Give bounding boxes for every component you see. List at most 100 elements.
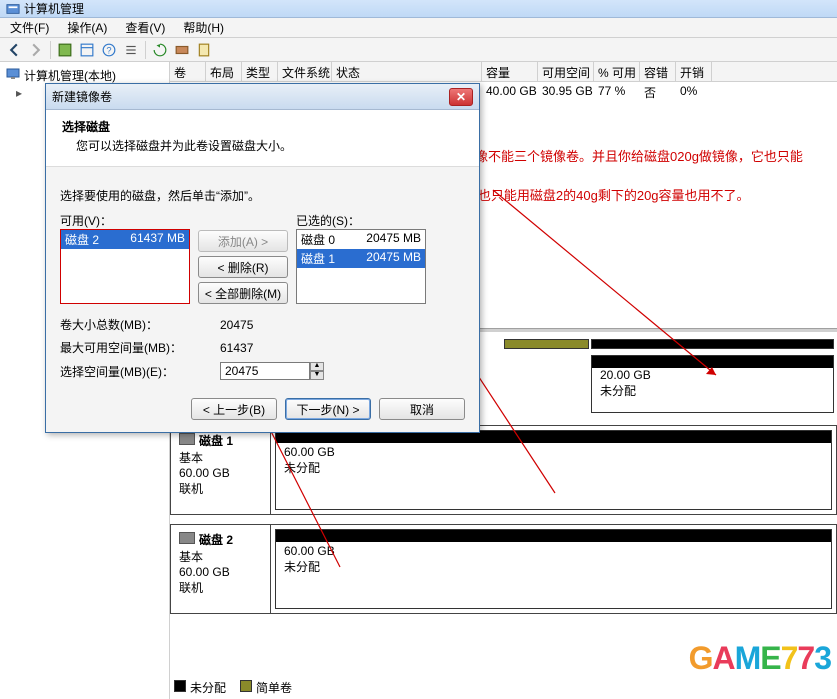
properties-icon[interactable] bbox=[194, 40, 214, 60]
col-layout[interactable]: 布局 bbox=[206, 62, 242, 81]
max-space-label: 最大可用空间量(MB)： bbox=[60, 339, 220, 356]
col-status[interactable]: 状态 bbox=[332, 62, 482, 81]
selected-item[interactable]: 磁盘 1 20475 MB bbox=[297, 249, 425, 268]
disk2-block-size: 60.00 GB bbox=[284, 544, 823, 558]
monitor-icon bbox=[6, 67, 20, 84]
dialog-buttons: < 上一步(B) 下一步(N) > 取消 bbox=[46, 390, 479, 432]
selected-label: 已选的(S)： bbox=[296, 212, 426, 229]
dialog-instruction: 选择要使用的磁盘，然后单击“添加”。 bbox=[60, 187, 465, 204]
next-button[interactable]: 下一步(N) > bbox=[285, 398, 371, 420]
disk2-block-status: 未分配 bbox=[284, 558, 823, 575]
disk2-space-block[interactable]: 60.00 GB 未分配 bbox=[275, 529, 832, 609]
dialog-heading: 选择磁盘 bbox=[62, 118, 463, 135]
available-label: 可用(V)： bbox=[60, 212, 190, 229]
spin-up-icon[interactable]: ▲ bbox=[310, 362, 324, 371]
pick-space-input[interactable]: 20475 bbox=[220, 362, 310, 380]
show-hide-tree-icon[interactable] bbox=[55, 40, 75, 60]
disk2-label[interactable]: 磁盘 2 基本 60.00 GB 联机 bbox=[171, 525, 271, 613]
help-toolbar-icon[interactable]: ? bbox=[99, 40, 119, 60]
space-block-right[interactable]: 20.00 GB 未分配 bbox=[591, 355, 834, 413]
total-size-label: 卷大小总数(MB)： bbox=[60, 316, 220, 333]
menu-view[interactable]: 查看(V) bbox=[121, 17, 169, 38]
volume-columns: 卷 布局 类型 文件系统 状态 容量 可用空间 % 可用 容错 开销 bbox=[170, 62, 837, 82]
disk1-size: 60.00 GB bbox=[179, 466, 262, 480]
view-icon[interactable] bbox=[77, 40, 97, 60]
remove-all-button[interactable]: < 全部删除(M) bbox=[198, 282, 288, 304]
legend-unalloc: 未分配 bbox=[174, 679, 226, 696]
disk-icon bbox=[179, 532, 195, 544]
disk2-row: 磁盘 2 基本 60.00 GB 联机 60.00 GB 未分配 bbox=[170, 524, 837, 614]
window-titlebar: 计算机管理 bbox=[0, 0, 837, 18]
back-icon[interactable] bbox=[4, 40, 24, 60]
toolbar-separator bbox=[145, 41, 146, 59]
block-header-bar bbox=[276, 530, 831, 542]
cell-pctfree: 77 % bbox=[594, 82, 640, 100]
menu-action[interactable]: 操作(A) bbox=[63, 17, 111, 38]
olive-segment bbox=[504, 339, 589, 349]
disk-icon bbox=[179, 433, 195, 445]
menubar: 文件(F) 操作(A) 查看(V) 帮助(H) bbox=[0, 18, 837, 38]
disk2-type: 基本 bbox=[179, 548, 262, 565]
cell-capacity: 40.00 GB bbox=[482, 82, 538, 100]
cancel-button[interactable]: 取消 bbox=[379, 398, 465, 420]
block-status: 未分配 bbox=[600, 382, 825, 399]
selected-listbox[interactable]: 磁盘 0 20475 MB 磁盘 1 20475 MB bbox=[296, 229, 426, 304]
col-capacity[interactable]: 容量 bbox=[482, 62, 538, 81]
selected-item[interactable]: 磁盘 0 20475 MB bbox=[297, 230, 425, 249]
disk1-block-size: 60.00 GB bbox=[284, 445, 823, 459]
disk2-size: 60.00 GB bbox=[179, 565, 262, 579]
col-filesystem[interactable]: 文件系统 bbox=[278, 62, 332, 81]
col-volume[interactable]: 卷 bbox=[170, 62, 206, 81]
dialog-title: 新建镜像卷 bbox=[52, 88, 112, 105]
block-header-bar bbox=[592, 356, 833, 368]
pick-space-label: 选择空间量(MB)(E)： bbox=[60, 363, 220, 380]
disk1-online: 联机 bbox=[179, 480, 262, 497]
add-button[interactable]: 添加(A) > bbox=[198, 230, 288, 252]
max-space-value: 61437 bbox=[220, 341, 253, 355]
mirror-wizard-dialog: 新建镜像卷 ✕ 选择磁盘 您可以选择磁盘并为此卷设置磁盘大小。 选择要使用的磁盘… bbox=[45, 83, 480, 433]
cell-free: 30.95 GB bbox=[538, 82, 594, 100]
available-listbox[interactable]: 磁盘 2 61437 MB bbox=[60, 229, 190, 304]
col-type[interactable]: 类型 bbox=[242, 62, 278, 81]
block-size: 20.00 GB bbox=[600, 368, 825, 382]
toolbar-separator bbox=[50, 41, 51, 59]
svg-text:?: ? bbox=[106, 45, 111, 55]
available-item[interactable]: 磁盘 2 61437 MB bbox=[61, 230, 189, 249]
cell-overhead: 0% bbox=[676, 82, 712, 100]
remove-button[interactable]: < 删除(R) bbox=[198, 256, 288, 278]
total-size-value: 20475 bbox=[220, 318, 253, 332]
prev-button[interactable]: < 上一步(B) bbox=[191, 398, 277, 420]
disk1-label[interactable]: 磁盘 1 基本 60.00 GB 联机 bbox=[171, 426, 271, 514]
menu-help[interactable]: 帮助(H) bbox=[179, 17, 228, 38]
cell-fault: 否 bbox=[640, 82, 676, 100]
dialog-titlebar[interactable]: 新建镜像卷 ✕ bbox=[46, 84, 479, 110]
app-icon bbox=[6, 2, 20, 16]
legend-simple: 简单卷 bbox=[240, 679, 292, 696]
window-title: 计算机管理 bbox=[24, 0, 84, 17]
disk1-name: 磁盘 1 bbox=[199, 434, 233, 448]
forward-icon[interactable] bbox=[26, 40, 46, 60]
col-pctfree[interactable]: % 可用 bbox=[594, 62, 640, 81]
toolbar: ? bbox=[0, 38, 837, 62]
col-fault[interactable]: 容错 bbox=[640, 62, 676, 81]
refresh-icon[interactable] bbox=[150, 40, 170, 60]
close-button[interactable]: ✕ bbox=[449, 88, 473, 106]
dialog-header: 选择磁盘 您可以选择磁盘并为此卷设置磁盘大小。 bbox=[46, 110, 479, 167]
disk2-name: 磁盘 2 bbox=[199, 533, 233, 547]
dialog-body: 选择要使用的磁盘，然后单击“添加”。 可用(V)： 磁盘 2 61437 MB … bbox=[46, 167, 479, 390]
watermark: GAME773 bbox=[689, 640, 831, 677]
black-segment bbox=[591, 339, 834, 349]
legend: 未分配 简单卷 bbox=[174, 679, 292, 696]
disk-icon[interactable] bbox=[172, 40, 192, 60]
disk1-space-block[interactable]: 60.00 GB 未分配 bbox=[275, 430, 832, 510]
spin-down-icon[interactable]: ▼ bbox=[310, 371, 324, 380]
menu-file[interactable]: 文件(F) bbox=[6, 17, 53, 38]
disk1-row: 磁盘 1 基本 60.00 GB 联机 60.00 GB 未分配 bbox=[170, 425, 837, 515]
col-free[interactable]: 可用空间 bbox=[538, 62, 594, 81]
col-overhead[interactable]: 开销 bbox=[676, 62, 712, 81]
tree-root-label: 计算机管理(本地) bbox=[24, 67, 116, 84]
disk1-type: 基本 bbox=[179, 449, 262, 466]
disk2-online: 联机 bbox=[179, 579, 262, 596]
spinner: ▲ ▼ bbox=[310, 362, 324, 380]
list-icon[interactable] bbox=[121, 40, 141, 60]
